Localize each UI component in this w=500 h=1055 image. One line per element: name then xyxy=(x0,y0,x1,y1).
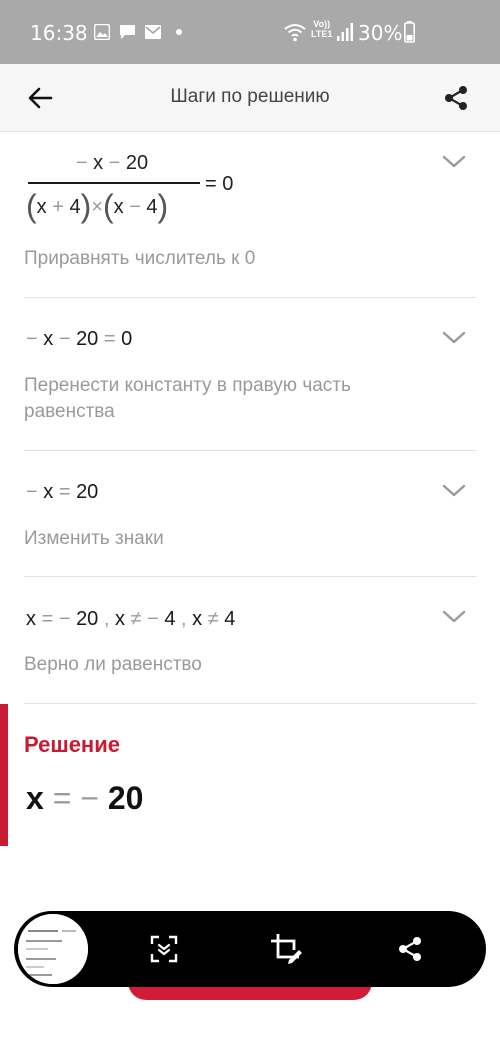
math-operator: = xyxy=(103,328,116,350)
solution-title: Решение xyxy=(24,732,120,757)
scroll-capture-icon xyxy=(150,935,178,963)
share-icon xyxy=(445,86,467,110)
math-operator: − xyxy=(75,152,88,174)
status-time: 16:38 xyxy=(30,21,88,45)
math-operator: = xyxy=(41,608,54,630)
math-separator: , xyxy=(103,608,110,630)
crop-edit-icon xyxy=(271,934,302,964)
step-expression: − x − 20 = 0 xyxy=(26,328,132,351)
lte-label: LTE1 xyxy=(311,29,333,39)
fraction: − x − 20 (x + 4)×(x − 4) xyxy=(24,150,204,225)
gallery-icon xyxy=(94,24,110,40)
math-operator: − xyxy=(129,196,141,218)
divider xyxy=(24,450,476,451)
step-description: Перенести константу в правую часть равен… xyxy=(24,375,351,422)
divider xyxy=(24,703,476,704)
solution-minus: − xyxy=(80,780,99,816)
divider xyxy=(24,576,476,577)
battery-icon xyxy=(404,21,415,43)
step-description: Изменить знаки xyxy=(24,528,164,549)
math-term: 4 xyxy=(224,608,236,630)
share-button[interactable] xyxy=(436,78,476,118)
screenshot-thumbnail[interactable] xyxy=(18,914,88,984)
solution-equals: = xyxy=(52,780,72,816)
page-title: Шаги по решению xyxy=(170,86,330,107)
app-bar: Шаги по решению xyxy=(0,64,500,132)
thumbnail-preview-icon xyxy=(18,914,88,984)
solution-accent-bar xyxy=(0,704,8,846)
share-screenshot-button[interactable] xyxy=(391,930,429,968)
signal-icon xyxy=(337,23,353,41)
solution-expression: x = − 20 xyxy=(26,780,143,817)
math-term: 4 xyxy=(164,608,176,630)
step-expression: − x = 20 xyxy=(26,481,98,504)
fraction-denominator: (x + 4)×(x − 4) xyxy=(26,188,168,225)
math-term: 20 xyxy=(76,608,99,630)
chevron-down-icon[interactable] xyxy=(440,481,468,501)
math-operator: ≠ xyxy=(130,608,142,630)
equation-rhs: = 0 xyxy=(205,173,234,195)
math-operator: × xyxy=(91,196,103,218)
scroll-capture-button[interactable] xyxy=(145,930,183,968)
math-term: 20 xyxy=(125,152,149,174)
status-bar: 16:38 Vo)) LTE1 30% xyxy=(0,0,500,64)
math-operator: − xyxy=(26,481,38,503)
math-term: 0 xyxy=(121,328,133,350)
math-term: 4 xyxy=(69,196,81,218)
step-expression: x = − 20 , x ≠ − 4 , x ≠ 4 xyxy=(26,608,235,631)
math-paren: ) xyxy=(157,188,169,224)
math-term: x xyxy=(43,328,54,350)
math-term: x xyxy=(26,608,36,630)
math-separator: , xyxy=(181,608,187,630)
chevron-down-icon[interactable] xyxy=(440,328,468,348)
wifi-icon xyxy=(284,24,306,42)
solution-variable: x xyxy=(26,780,44,816)
math-operator: − xyxy=(108,152,121,174)
fraction-numerator: − x − 20 xyxy=(24,152,200,175)
math-paren: ) xyxy=(80,188,92,224)
step-description: Приравнять числитель к 0 xyxy=(24,248,256,269)
math-paren: ( xyxy=(26,188,37,224)
chevron-down-icon[interactable] xyxy=(440,607,468,627)
notification-dot-icon xyxy=(176,29,182,35)
math-operator: − xyxy=(58,328,71,350)
math-term: x xyxy=(43,481,54,503)
solution-number: 20 xyxy=(107,780,144,816)
math-operator: + xyxy=(52,196,64,218)
step-description: Верно ли равенство xyxy=(24,654,202,675)
math-term: x xyxy=(93,152,104,174)
volte-label: Vo)) xyxy=(313,19,331,29)
share-icon xyxy=(399,937,421,961)
math-term: 20 xyxy=(76,481,99,503)
math-term: x xyxy=(36,196,47,218)
math-operator: − xyxy=(26,328,38,350)
math-operator: − xyxy=(147,608,159,630)
math-term: 4 xyxy=(146,196,158,218)
divider xyxy=(24,297,476,298)
message-icon xyxy=(120,25,135,39)
mail-icon xyxy=(145,25,161,39)
crop-edit-button[interactable] xyxy=(267,930,305,968)
math-operator: ≠ xyxy=(207,608,219,630)
math-paren: ( xyxy=(102,188,114,224)
math-term: x xyxy=(192,608,203,630)
math-term: 20 xyxy=(76,328,99,350)
math-operator: = xyxy=(58,481,71,503)
chevron-down-icon[interactable] xyxy=(440,152,468,172)
math-term: x xyxy=(113,196,124,218)
fraction-bar xyxy=(28,182,200,184)
math-term: x xyxy=(115,608,125,630)
math-operator: − xyxy=(58,608,71,630)
network-type: Vo)) LTE1 xyxy=(311,19,332,39)
screenshot-toolbar xyxy=(14,911,486,987)
battery-percent: 30% xyxy=(358,21,403,45)
